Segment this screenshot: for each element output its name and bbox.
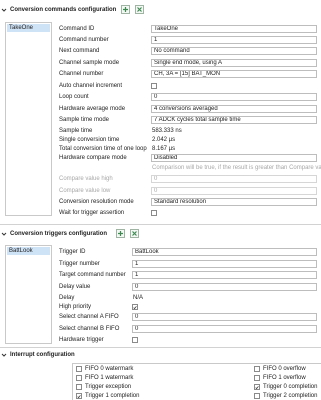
divider [0,347,321,348]
remove-command-button[interactable] [135,5,144,14]
close-icon [132,231,137,236]
chevron-down-icon[interactable] [0,351,8,359]
hardware-trigger-checkbox[interactable] [132,337,138,343]
fifo-1-overflow-checkbox[interactable] [254,375,260,381]
target-command-number-label: Target command number [59,272,126,278]
single-conversion-time-value: 2.042 µs [152,137,176,143]
sample-time-mode-select[interactable]: 7 ADCK cycles total sample time [151,116,317,124]
channel-number-label: Channel number [59,71,104,77]
select-channel-b-fifo-select[interactable]: 0 [132,325,317,333]
delay-label: Delay [59,295,75,301]
section-title: Interrupt configuration [10,351,75,358]
select-channel-b-fifo-label: Select channel B FIFO [59,326,120,332]
trigger-exception-label: Trigger exception [85,384,132,390]
single-conversion-time-label: Single conversion time [59,137,120,143]
trigger-exception-checkbox[interactable] [76,384,82,390]
auto-channel-increment-label: Auto channel increment [59,83,123,89]
trigger-0-completion-checkbox[interactable] [254,384,260,390]
add-command-button[interactable] [121,5,130,14]
delay-value-label: Delay value [59,284,91,290]
trigger-id-label: Trigger ID [59,249,86,255]
total-conversion-time-label: Total conversion time of one loop [59,146,147,152]
divider [0,224,321,225]
trigger-id-field[interactable]: BattLook [132,248,317,256]
wait-for-trigger-label: Wait for trigger assertion [59,210,125,216]
fifo-1-watermark-label: FIFO 1 watermark [85,375,134,381]
fifo-1-watermark-checkbox[interactable] [76,375,82,381]
checkmark-icon [77,394,81,398]
channel-sample-mode-label: Channel sample mode [59,60,120,66]
commands-list[interactable]: TakeOne [5,22,52,216]
compare-value-high-field[interactable]: 0 [151,175,317,183]
chevron-down-icon[interactable] [0,6,8,14]
target-command-number-field[interactable]: 1 [132,271,317,279]
plus-icon [123,7,128,12]
fifo-1-overflow-label: FIFO 1 overflow [263,375,306,381]
list-item[interactable]: TakeOne [7,24,50,32]
checkmark-icon [255,385,259,389]
channel-sample-mode-select[interactable]: Single end mode, using A [151,59,317,67]
close-icon [137,7,142,12]
auto-channel-increment-checkbox[interactable] [151,83,157,89]
trigger-1-completion-label: Trigger 1 completion [85,393,140,399]
next-command-label: Next command [59,48,100,54]
select-channel-a-fifo-select[interactable]: 0 [132,313,317,321]
loop-count-label: Loop count [59,94,89,100]
command-id-field[interactable]: TakeOne [151,25,317,33]
delay-value-field[interactable]: 0 [132,283,317,291]
trigger-0-completion-label: Trigger 0 completion [263,384,318,390]
trigger-number-label: Trigger number [59,261,100,267]
fifo-0-watermark-label: FIFO 0 watermark [85,366,134,372]
add-trigger-button[interactable] [116,229,125,238]
conversion-commands-header[interactable]: Conversion commands configuration [0,5,116,14]
section-title: Conversion triggers configuration [10,230,108,237]
list-item[interactable]: BattLook [7,247,50,255]
channel-number-select[interactable]: CH, 3A = [15] BAT_MON [151,70,317,78]
loop-count-field[interactable]: 0 [151,93,317,101]
select-channel-a-fifo-label: Select channel A FIFO [59,314,119,320]
checkmark-icon [133,305,137,309]
sample-time-value: 583.333 ns [152,128,182,134]
compare-note: Comparison will be true, if the result i… [152,165,321,171]
command-number-label: Command number [59,37,109,43]
sample-time-label: Sample time [59,128,93,134]
fifo-0-overflow-label: FIFO 0 overflow [263,366,306,372]
command-id-label: Command ID [59,26,95,32]
compare-value-low-label: Compare value low [59,188,111,194]
compare-value-low-field[interactable]: 0 [151,187,317,195]
conversion-triggers-header[interactable]: Conversion triggers configuration [0,229,107,238]
trigger-1-completion-checkbox[interactable] [76,393,82,399]
hardware-average-mode-label: Hardware average mode [59,106,126,112]
chevron-down-icon[interactable] [0,230,8,238]
remove-trigger-button[interactable] [130,229,139,238]
high-priority-label: High priority [59,304,92,310]
plus-icon [118,231,123,236]
fifo-0-watermark-checkbox[interactable] [76,366,82,372]
conversion-resolution-mode-label: Conversion resolution mode [59,199,134,205]
high-priority-checkbox[interactable] [132,304,138,310]
command-number-field[interactable]: 1 [151,36,317,44]
total-conversion-time-value: 8.167 µs [152,146,176,152]
wait-for-trigger-checkbox[interactable] [151,210,157,216]
fifo-0-overflow-checkbox[interactable] [254,366,260,372]
hardware-trigger-label: Hardware trigger [59,337,104,343]
interrupt-header[interactable]: Interrupt configuration [0,350,75,359]
hardware-compare-mode-label: Hardware compare mode [59,155,127,161]
triggers-list[interactable]: BattLook [5,245,52,344]
trigger-2-completion-label: Trigger 2 completion [263,393,318,399]
hardware-compare-mode-select[interactable]: Disabled [151,154,317,162]
trigger-2-completion-checkbox[interactable] [254,393,260,399]
conversion-resolution-mode-select[interactable]: Standard resolution [151,198,317,206]
sample-time-mode-label: Sample time mode [59,117,110,123]
delay-value: N/A [133,295,144,301]
next-command-select[interactable]: No command [151,47,317,55]
compare-value-high-label: Compare value high [59,176,113,182]
trigger-number-field[interactable]: 1 [132,260,317,268]
section-title: Conversion commands configuration [10,6,117,13]
hardware-average-mode-select[interactable]: 4 conversions averaged [151,105,317,113]
